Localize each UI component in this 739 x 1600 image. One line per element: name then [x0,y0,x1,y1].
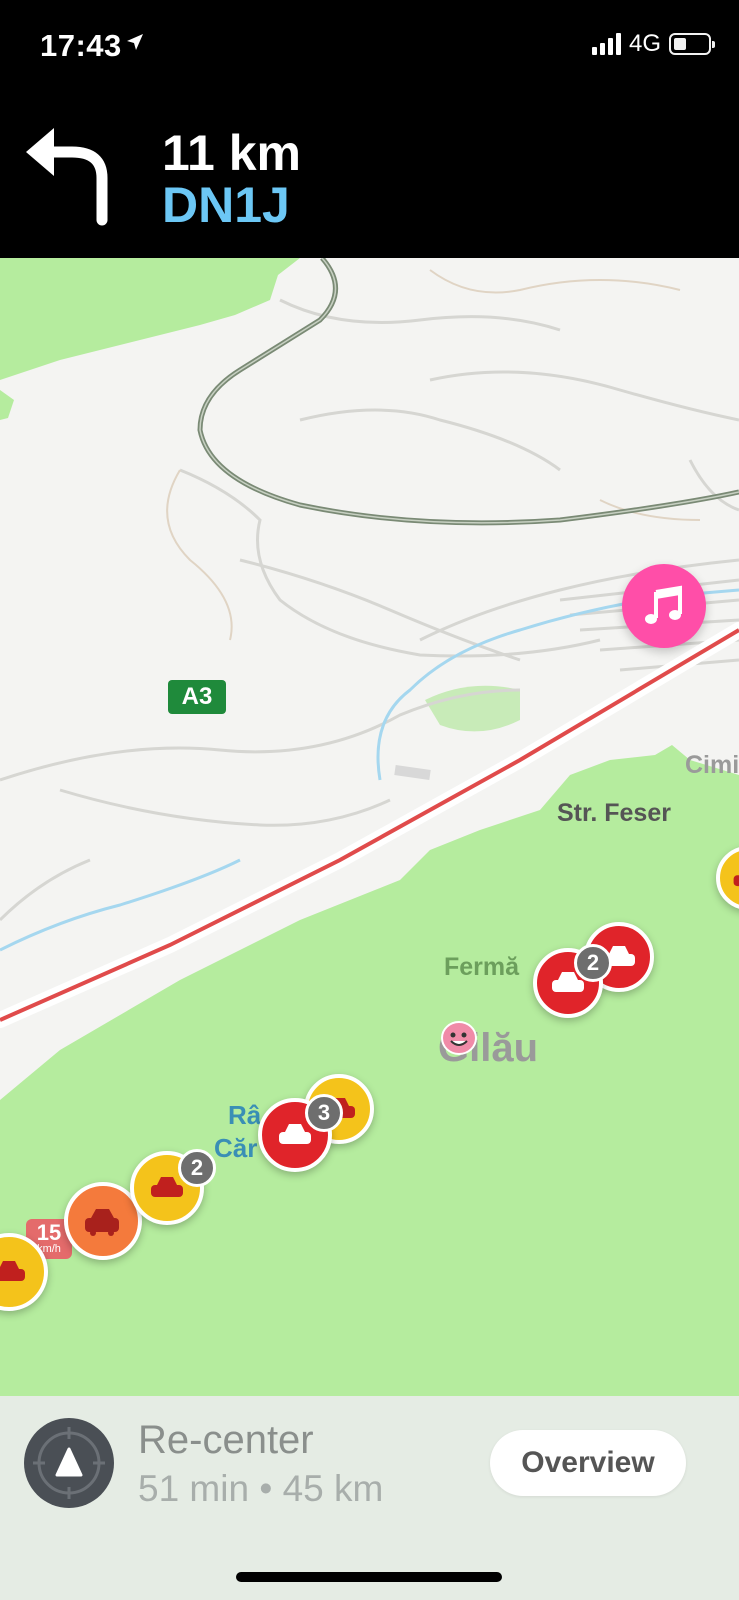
battery-icon [669,33,715,55]
jam-count-badge: 2 [574,944,612,982]
map-label-street: Str. Feser [557,799,671,827]
highway-shield: A3 [168,680,226,714]
music-note-icon [645,585,682,624]
map-label-cimi: Cimi [685,751,739,779]
overview-button[interactable]: Overview [490,1430,686,1496]
next-turn-distance: 11 km [162,125,302,181]
map-label-car: Căr [214,1133,258,1163]
car-icon [0,1261,25,1281]
eta-summary: 51 min • 45 km [138,1468,384,1509]
jam-count-badge: 3 [305,1094,343,1132]
location-arrow-icon [127,34,143,50]
music-button[interactable] [622,564,706,648]
map-view[interactable]: Cimi Str. Feser Fermă Gilău Râ Căr A3 15… [0,258,739,1396]
bottom-panel: Re-center 51 min • 45 km Overview [0,1396,739,1600]
jam-count-badge: 2 [178,1149,216,1187]
status-time: 17:43 [40,28,122,63]
navigation-header: 17:43 4G 11 km DN1J [0,0,739,258]
next-road-name: DN1J [162,177,290,233]
map-label-ra: Râ [228,1100,262,1130]
car-icon [733,875,739,887]
map-label-ferma: Fermă [444,953,520,981]
recenter-label[interactable]: Re-center [138,1418,314,1463]
network-type: 4G [628,30,661,57]
wazer-avatar-icon[interactable] [440,1020,478,1060]
signal-strength-icon [591,33,621,55]
turn-left-arrow-icon [26,128,108,226]
compass-arrow-icon [33,1427,105,1499]
recenter-button[interactable] [24,1418,114,1508]
status-indicators: 4G [591,30,715,58]
car-icon [85,1209,119,1236]
home-indicator[interactable] [236,1572,502,1582]
